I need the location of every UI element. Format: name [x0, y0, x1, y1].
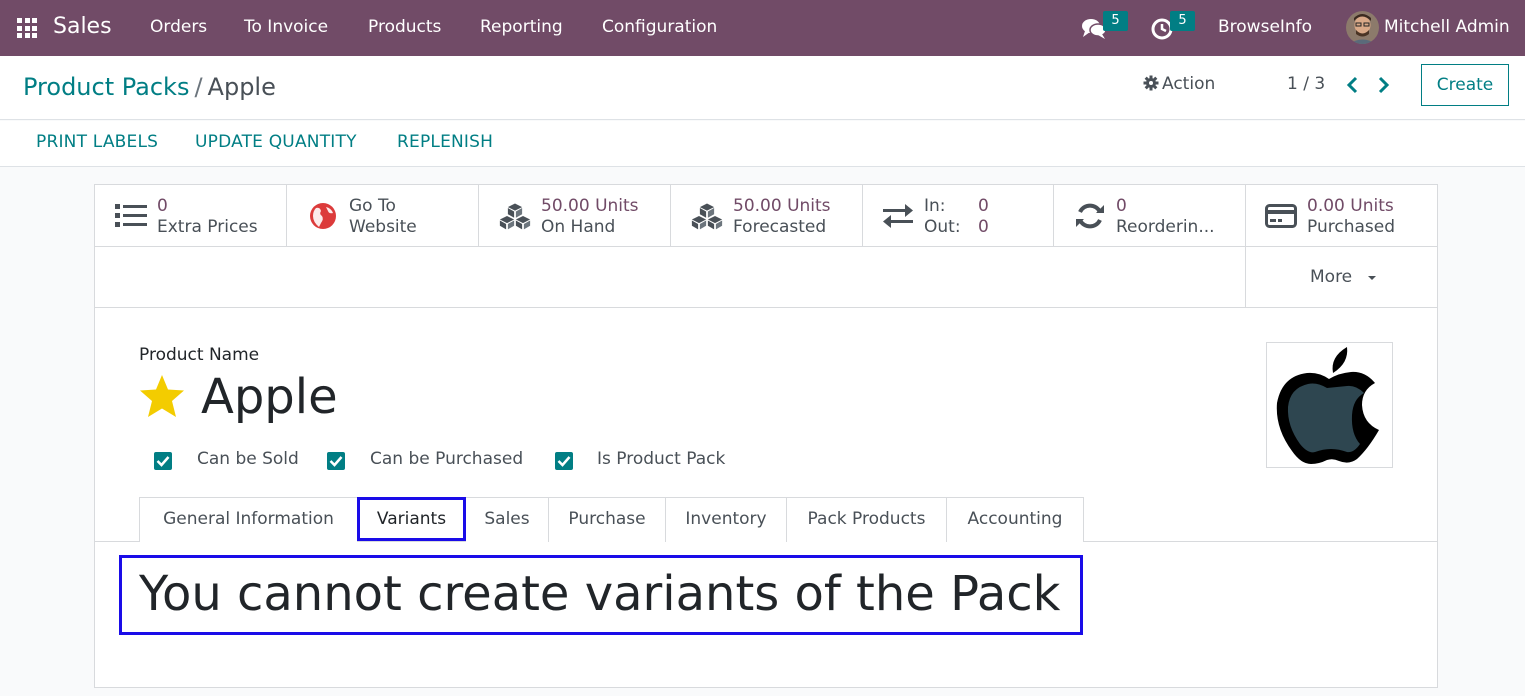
- can-be-sold-label: Can be Sold: [197, 449, 299, 469]
- product-name-field[interactable]: Apple: [201, 369, 338, 425]
- forecasted-value: 50.00 Units: [733, 196, 831, 216]
- refresh-icon: [1076, 203, 1104, 229]
- breadcrumb-product-packs[interactable]: Product Packs: [23, 73, 189, 101]
- avatar[interactable]: [1346, 11, 1379, 44]
- menu-configuration[interactable]: Configuration: [602, 17, 717, 37]
- activities-badge: 5: [1170, 11, 1195, 31]
- extra-prices-label: Extra Prices: [157, 217, 258, 237]
- smart-buttons-more-row: More: [95, 247, 1437, 308]
- in-out-values: In: 0 Out: 0: [924, 196, 989, 238]
- replenish-button[interactable]: REPLENISH: [397, 132, 493, 152]
- purchased-value: 0.00 Units: [1307, 196, 1394, 216]
- product-image[interactable]: [1266, 342, 1393, 468]
- globe-icon: [310, 203, 336, 229]
- tab-variants[interactable]: Variants: [357, 497, 466, 541]
- chevron-right-icon[interactable]: [1375, 75, 1391, 95]
- extra-prices-count: 0: [157, 196, 168, 216]
- go-to-website-button[interactable]: Go To Website: [287, 185, 479, 247]
- control-panel: Product Packs / Apple Action 1 / 3 Create: [0, 56, 1525, 120]
- more-label: More: [1310, 267, 1353, 287]
- tab-accounting[interactable]: Accounting: [946, 497, 1084, 542]
- reordering-count: 0: [1116, 196, 1127, 216]
- print-labels-button[interactable]: PRINT LABELS: [36, 132, 158, 152]
- purchased-button[interactable]: 0.00 Units Purchased: [1245, 185, 1437, 247]
- is-product-pack-label: Is Product Pack: [597, 449, 726, 469]
- tab-inventory[interactable]: Inventory: [665, 497, 787, 542]
- tab-pack-products[interactable]: Pack Products: [786, 497, 947, 542]
- can-be-purchased-checkbox[interactable]: [327, 452, 345, 470]
- on-hand-value: 50.00 Units: [541, 196, 639, 216]
- go-to-label: Go To: [349, 196, 396, 216]
- tab-purchase[interactable]: Purchase: [548, 497, 666, 542]
- product-name-label: Product Name: [139, 345, 260, 365]
- in-out-button[interactable]: In: 0 Out: 0: [862, 185, 1054, 247]
- grid-icon[interactable]: [17, 18, 37, 38]
- breadcrumb-separator: /: [194, 73, 203, 101]
- action-label: Action: [1162, 74, 1216, 94]
- menu-to-invoice[interactable]: To Invoice: [244, 17, 328, 37]
- forecasted-button[interactable]: 50.00 Units Forecasted: [671, 185, 863, 247]
- in-label: In:: [924, 196, 946, 216]
- top-navbar: Sales Orders To Invoice Products Reporti…: [0, 0, 1525, 56]
- star-icon[interactable]: [139, 374, 185, 418]
- extra-prices-button[interactable]: 0 Extra Prices: [95, 185, 287, 247]
- cubes-icon: [691, 203, 723, 230]
- variants-notice-text: You cannot create variants of the Pack: [139, 566, 1061, 622]
- more-button[interactable]: More: [1245, 247, 1437, 308]
- forecasted-label: Forecasted: [733, 217, 827, 237]
- company-switcher[interactable]: BrowseInfo: [1218, 17, 1312, 37]
- apple-logo-icon: [1276, 347, 1379, 464]
- tab-sales[interactable]: Sales: [465, 497, 549, 542]
- cubes-icon: [499, 203, 531, 230]
- in-value: 0: [978, 196, 989, 216]
- breadcrumb: Product Packs / Apple: [23, 73, 276, 101]
- pager-value[interactable]: 1 / 3: [1287, 74, 1325, 94]
- reordering-label: Reorderin...: [1116, 217, 1215, 237]
- can-be-sold-checkbox[interactable]: [154, 452, 172, 470]
- action-menu[interactable]: Action: [1143, 74, 1215, 94]
- action-bar: PRINT LABELS UPDATE QUANTITY REPLENISH: [0, 121, 1525, 167]
- variants-notice: You cannot create variants of the Pack: [119, 555, 1083, 635]
- notebook-tabs: General Information Variants Sales Purch…: [95, 497, 1437, 542]
- is-product-pack-checkbox[interactable]: [555, 452, 573, 470]
- out-value: 0: [978, 217, 989, 237]
- exchange-icon: [883, 204, 913, 228]
- breadcrumb-current: Apple: [207, 73, 276, 101]
- can-be-purchased-label: Can be Purchased: [370, 449, 524, 469]
- create-button[interactable]: Create: [1421, 64, 1509, 106]
- tab-general-information[interactable]: General Information: [139, 497, 358, 542]
- menu-products[interactable]: Products: [368, 17, 441, 37]
- website-label: Website: [349, 217, 417, 237]
- on-hand-label: On Hand: [541, 217, 616, 237]
- user-menu[interactable]: Mitchell Admin: [1384, 17, 1510, 37]
- smart-buttons: 0 Extra Prices Go To Website 50.00 Units…: [95, 185, 1437, 247]
- purchased-label: Purchased: [1307, 217, 1395, 237]
- reordering-rules-button[interactable]: 0 Reorderin...: [1054, 185, 1246, 247]
- chevron-left-icon[interactable]: [1345, 75, 1361, 95]
- out-label: Out:: [924, 217, 961, 237]
- gear-icon: [1143, 75, 1159, 91]
- update-quantity-button[interactable]: UPDATE QUANTITY: [195, 132, 357, 152]
- messages-badge: 5: [1103, 11, 1128, 31]
- app-name[interactable]: Sales: [53, 14, 112, 39]
- caret-down-icon: [1368, 276, 1376, 280]
- list-icon: [115, 204, 147, 227]
- credit-card-icon: [1265, 204, 1297, 228]
- form-sheet: 0 Extra Prices Go To Website 50.00 Units…: [94, 184, 1438, 688]
- menu-reporting[interactable]: Reporting: [480, 17, 563, 37]
- menu-orders[interactable]: Orders: [150, 17, 207, 37]
- on-hand-button[interactable]: 50.00 Units On Hand: [479, 185, 671, 247]
